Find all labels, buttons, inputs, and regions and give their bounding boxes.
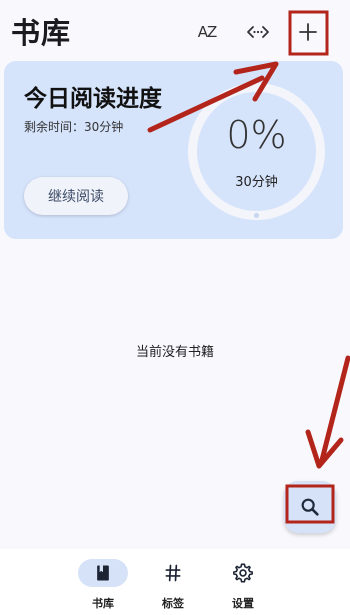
bottom-navigation: 书库 标签 设置 [0,549,350,615]
continue-reading-button[interactable]: 继续阅读 [24,177,128,215]
goal-time-text: 30分钟 [235,175,278,190]
nav-icon-holder [218,559,268,587]
gear-icon [233,563,253,583]
search-fab[interactable] [284,481,336,533]
nav-item-library[interactable]: 书库 [73,559,133,611]
more-options-button[interactable] [240,14,276,50]
nav-indicator [78,559,128,587]
nav-label: 标签 [162,597,184,610]
progress-card-title: 今日阅读进度 [24,86,162,112]
progress-percent: 0% [226,113,287,157]
code-more-icon [247,26,269,38]
plus-icon [299,23,317,41]
sort-button[interactable]: AZ [189,14,225,50]
add-book-button[interactable] [290,14,326,50]
search-icon [301,498,319,516]
book-icon [97,565,109,581]
nav-label: 设置 [232,597,254,610]
page-title: 书库 [11,16,72,50]
nav-item-tags[interactable]: 标签 [143,559,203,611]
reading-progress-card[interactable]: 今日阅读进度 剩余时间：30分钟 继续阅读 0% 30分钟 [4,61,343,239]
hash-icon [165,564,181,582]
nav-label: 书库 [92,597,114,610]
empty-state-message: 当前没有书籍 [135,345,214,360]
remaining-time-text: 剩余时间：30分钟 [24,120,124,134]
sort-az-icon: AZ [197,23,218,41]
nav-icon-holder [148,559,198,587]
top-app-bar: 书库 AZ [0,0,350,64]
nav-item-settings[interactable]: 设置 [213,559,273,611]
